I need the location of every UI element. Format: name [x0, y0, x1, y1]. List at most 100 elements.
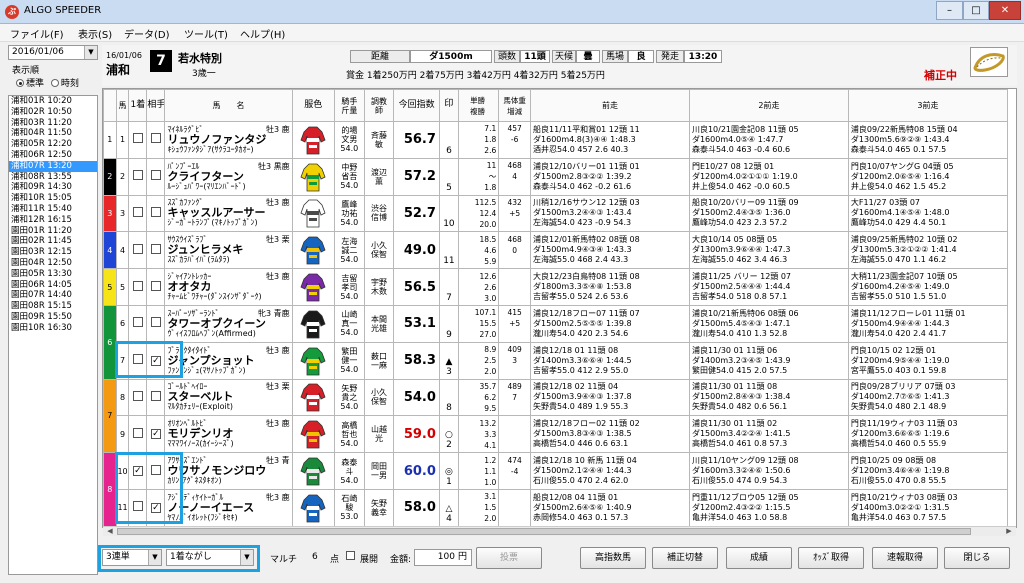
prev-race-3[interactable]: 門良10/25 09 08頭 08 ダ1200m3.4⑥④④ 1:19.8 石川… — [847, 452, 1009, 490]
partner-cell[interactable] — [146, 378, 166, 417]
partner-checkbox[interactable] — [150, 317, 161, 328]
race-list-item[interactable]: 浦和04R 11:50 — [9, 128, 97, 139]
get-odds-button[interactable]: ｵｯｽﾞ取得 — [798, 547, 864, 569]
race-list-item[interactable]: 浦和09R 14:30 — [9, 182, 97, 193]
vote-button[interactable]: 投票 — [476, 547, 542, 569]
race-list-item[interactable]: 園田10R 16:30 — [9, 323, 97, 334]
prev-race-2[interactable]: 浦良11/25 バリー 12頭 07 ダ1500m2.5④④④ 1:44.4 吉… — [688, 268, 849, 306]
table-row[interactable]: 8 10 ✓ ｱﾜｻｲｽﾞｴﾝﾄﾞ 牡3 青 ウワサノモンジロウ ｶﾘﾝ(ｱｸﾞﾈｽﾀ… — [103, 452, 1009, 527]
horizontal-scrollbar[interactable]: ◀ ▶ — [103, 526, 1016, 536]
horse-name-cell[interactable]: ｵﾘｵﾝﾍﾞﾙﾄﾋﾞ 牡3 鹿 モリデンリオ ﾏﾏﾏﾜｲﾉｰｽ(ｶｲｰｼｰｽﾞ) — [164, 415, 293, 454]
prev-race-2[interactable]: 浦良11/30 01 11頭 02 ダ1500m3.4②②④ 1:41.5 高橋… — [688, 415, 849, 454]
table-row[interactable]: 33 ｽｽﾞｶﾌｧﾝｸﾞ 牡3 鹿 キャッスルアーサー ｼﾞｰｶﾞｰﾄﾗﾝﾌﾟ(ﾏ… — [103, 194, 1009, 233]
prev-race-3[interactable]: 浦良09/25新馬特02 10頭 02 ダ1300m5.3②①②② 1:41.4… — [847, 231, 1009, 270]
first-place-cell[interactable] — [128, 304, 148, 343]
first-place-checkbox[interactable] — [132, 170, 143, 181]
table-row[interactable]: 11 ﾏｲﾈﾙﾗｸﾞﾋﾞ 牡3 鹿 リュウノファンタジ ｷｼｭｳﾌｧﾝﾀｼﾞｱ(ｻ… — [103, 121, 1009, 159]
prev-race-3[interactable]: 門良10/21ウィナ03 08頭 03 ダ1400m3.0②②① 1:31.5 … — [847, 488, 1009, 527]
first-place-checkbox[interactable] — [132, 354, 143, 365]
race-list-item[interactable]: 園田02R 11:45 — [9, 236, 97, 247]
prev-race-3[interactable]: 大稍11/23園金記07 10頭 05 ダ1600m4.2④⑤④ 1:49.0 … — [847, 268, 1009, 306]
prev-race-3[interactable]: 大F11/27 03頭 07 ダ1600m4.1④⑤④ 1:48.0 鷹峰功54… — [847, 194, 1009, 233]
table-row[interactable]: 22 ﾊﾟﾝﾌﾟｰｴﾙ 牡3 黒鹿 クライフターン ﾙｰｼﾞｭﾊﾟﾜｰ(ﾏﾘｴﾝﾊ… — [103, 157, 1009, 196]
partner-cell[interactable] — [146, 194, 166, 233]
first-place-checkbox[interactable] — [132, 206, 143, 217]
race-list-item[interactable]: 園田04R 12:50 — [9, 258, 97, 269]
prev-race-1[interactable]: 船良11/11平和賞01 12頭 11 ダ1600m4.8(3)④④ 1:48.… — [530, 121, 690, 159]
first-place-cell[interactable] — [128, 268, 148, 306]
prev-race-2[interactable]: 船良10/20バリー09 11頭 09 ダ1500m2.4④③⑤ 1:36.0 … — [688, 194, 849, 233]
prediction-mark[interactable]: 11 — [438, 231, 459, 270]
first-place-checkbox[interactable] — [132, 317, 143, 328]
prev-race-3[interactable]: 門良11/19ウィナ03 11頭 03 ダ1200m3.6⑥⑥⑤ 1:19.6 … — [847, 415, 1009, 454]
minimize-button[interactable]: – — [936, 1, 963, 20]
prev-race-3[interactable]: 門良10/07ヤングG 04頭 05 ダ1200m2.0⑥⑤④ 1:16.4 井… — [847, 157, 1009, 196]
race-list-item[interactable]: 園田03R 12:15 — [9, 247, 97, 258]
table-row[interactable]: 7 ✓ ﾌﾞﾗｯｸﾀｲﾀｲﾄﾞ 牡3 鹿 ジャンプショット ﾌｧﾝｱﾝｼﾞｭ(ﾏｻﾉ… — [104, 341, 1009, 380]
race-list-item[interactable]: 園田05R 13:30 — [9, 269, 97, 280]
first-place-checkbox[interactable] — [132, 243, 143, 254]
prev-race-1[interactable]: 浦良12/18フロー07 11頭 07 ダ1500m2.5⑤⑤⑤ 1:39.8 … — [530, 304, 690, 343]
correction-toggle-button[interactable]: 補正切替 — [652, 547, 718, 569]
prev-race-1[interactable]: 大良12/23白鳥特08 11頭 08 ダ1800m3.3⑤④⑧ 1:53.8 … — [530, 268, 690, 306]
first-place-cell[interactable] — [128, 231, 148, 270]
partner-checkbox[interactable] — [150, 390, 161, 401]
prediction-mark[interactable]: 10 — [438, 194, 459, 233]
race-list-item[interactable]: 園田08R 15:15 — [9, 301, 97, 312]
partner-cell[interactable] — [146, 121, 166, 159]
partner-checkbox[interactable] — [150, 133, 161, 144]
prev-race-2[interactable]: 門E10/27 08 12頭 01 ダ1200m4.0②①①① 1:19.0 井… — [688, 157, 849, 196]
prediction-mark[interactable]: ◎ 1 — [438, 452, 459, 490]
horse-name-cell[interactable]: ｽｽﾞｶﾌｧﾝｸﾞ 牡3 鹿 キャッスルアーサー ｼﾞｰｶﾞｰﾄﾗﾝﾌﾟ(ﾏｷﾉﾄ… — [164, 194, 293, 233]
horse-name-cell[interactable]: ﾊﾟﾝﾌﾟｰｴﾙ 牡3 黒鹿 クライフターン ﾙｰｼﾞｭﾊﾟﾜｰ(ﾏﾘｴﾝﾊﾞｰﾄ… — [164, 157, 293, 196]
prev-race-1[interactable]: 浦良12/18 02 11頭 04 ダ1500m3.9④④③ 1:37.8 矢野… — [530, 378, 690, 417]
race-list[interactable]: 浦和01R 10:20 浦和02R 10:50 浦和03R 11:20 浦和04R 1… — [8, 95, 98, 575]
first-place-cell[interactable] — [128, 121, 148, 159]
prediction-mark[interactable]: 9 — [438, 304, 459, 343]
race-list-item[interactable]: 浦和12R 16:15 — [9, 215, 97, 226]
prev-race-3[interactable]: 門良09/28ブリリア 07頭 03 ダ1400m2.7⑦⑥⑤ 1:41.3 矢… — [847, 378, 1009, 417]
horse-name-cell[interactable]: ｻｳｽｳｲｽﾞﾗﾌﾞ 牡3 栗 ジュンヒラメキ ｽｽﾞｶﾗﾊﾞｲﾊﾞ(ﾗﾑﾀﾗ) — [164, 231, 293, 270]
partner-cell[interactable] — [146, 268, 166, 306]
first-place-checkbox[interactable] — [132, 133, 143, 144]
maximize-button[interactable]: □ — [963, 1, 989, 20]
prediction-mark[interactable]: 8 — [438, 378, 459, 417]
first-place-checkbox[interactable] — [132, 390, 143, 401]
race-list-item[interactable]: 園田01R 11:20 — [9, 226, 97, 237]
first-place-checkbox[interactable] — [132, 501, 143, 512]
first-place-cell[interactable] — [128, 157, 148, 196]
partner-cell[interactable]: ✓ — [146, 341, 166, 380]
bet-type-select[interactable]: 3連単 ▼ — [102, 549, 162, 566]
get-flash-button[interactable]: 速報取得 — [872, 547, 938, 569]
menu-help[interactable]: ヘルプ(H) — [240, 26, 285, 41]
bet-method-select[interactable]: 1着ながし ▼ — [166, 549, 254, 566]
prev-race-1[interactable]: 浦良12/18 10 新馬 11頭 04 ダ1500m2.1②④④ 1:44.3… — [530, 452, 690, 490]
partner-checkbox[interactable]: ✓ — [150, 502, 161, 513]
prev-race-3[interactable]: 門良10/15 02 12頭 01 ダ1200m4.9⑤④④ 1:19.0 宮平… — [847, 341, 1009, 380]
chevron-down-icon[interactable]: ▼ — [240, 550, 253, 565]
race-list-item[interactable]: 園田09R 15:50 — [9, 312, 97, 323]
close-window-button[interactable]: ✕ — [989, 1, 1021, 20]
race-list-item[interactable]: 浦和03R 11:20 — [9, 118, 97, 129]
prev-race-2[interactable]: 浦良11/30 01 11頭 06 ダ1400m3.2③④⑤ 1:43.9 繁田… — [688, 341, 849, 380]
first-place-checkbox[interactable]: ✓ — [132, 466, 143, 477]
table-row[interactable]: 78 ｺﾞｰﾙﾄﾞﾍｲﾛｰ 牡3 栗 スターベルト ﾏﾙﾀｶﾁｪﾘｰ(Exploi… — [103, 378, 1009, 454]
prev-race-2[interactable]: 浦良11/30 01 11頭 08 ダ1500m2.8④④③ 1:38.4 矢野… — [688, 378, 849, 417]
radio-time[interactable] — [50, 79, 59, 87]
partner-checkbox[interactable] — [150, 206, 161, 217]
horse-name-cell[interactable]: ｱｼﾞｭﾃﾞｨｹｲﾄｰｶﾞﾙ 牝3 鹿 ノーノーイエース ﾔﾏﾉﾊﾞｲｵﾚｯﾄ(ﾌ… — [164, 488, 293, 527]
horse-name-cell[interactable]: ｼﾞｬｲｱﾝﾄﾚｯｶｰ 牡3 鹿 オオタカ ﾁｬｰﾑﾋﾞﾜﾁｬｰ(ﾀﾞﾝｽｲﾝｻﾞ… — [164, 268, 293, 306]
prediction-mark[interactable]: ○ 2 — [438, 415, 459, 454]
prev-race-1[interactable]: 川稍12/16サウン12 12頭 03 ダ1500m3.2④④③ 1:43.4 … — [530, 194, 690, 233]
horse-name-cell[interactable]: ﾌﾞﾗｯｸﾀｲﾀｲﾄﾞ 牡3 鹿 ジャンプショット ﾌｧﾝｱﾝｼﾞｭ(ﾏｻﾉﾄｯﾌ… — [164, 341, 293, 380]
race-list-item[interactable]: 園田07R 14:40 — [9, 290, 97, 301]
close-button[interactable]: 閉じる — [944, 547, 1010, 569]
menu-file[interactable]: ファイル(F) — [10, 26, 64, 41]
scroll-thumb[interactable] — [117, 528, 971, 535]
race-list-item[interactable]: 浦和02R 10:50 — [9, 107, 97, 118]
prediction-mark[interactable]: ▲ 3 — [438, 341, 459, 380]
table-row[interactable]: 55 ｼﾞｬｲｱﾝﾄﾚｯｶｰ 牡3 鹿 オオタカ ﾁｬｰﾑﾋﾞﾜﾁｬｰ(ﾀﾞﾝｽｲ… — [103, 268, 1009, 306]
first-place-cell[interactable] — [128, 194, 148, 233]
prev-race-1[interactable]: 浦良12/18 01 11頭 08 ダ1400m3.3⑥⑥④ 1:44.5 吉留… — [530, 341, 690, 380]
table-row[interactable]: 11 ✓ ｱｼﾞｭﾃﾞｨｹｲﾄｰｶﾞﾙ 牝3 鹿 ノーノーイエース ﾔﾏﾉﾊﾞｲｵﾚ… — [104, 488, 1009, 527]
